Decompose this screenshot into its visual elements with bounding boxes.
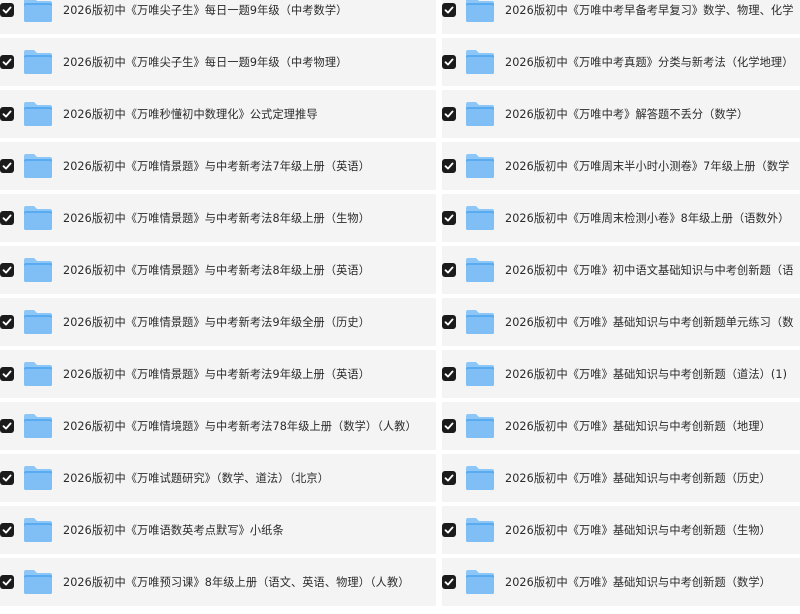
- checkbox-checked-icon[interactable]: [0, 107, 14, 121]
- folder-icon: [465, 153, 495, 179]
- checkbox-checked-icon[interactable]: [0, 211, 14, 225]
- folder-icon: [465, 361, 495, 387]
- file-name: 2026版初中《万唯秒懂初中数理化》公式定理推导: [63, 108, 318, 121]
- file-name: 2026版初中《万唯》基础知识与中考创新题（历史）: [505, 472, 771, 485]
- folder-icon: [23, 465, 53, 491]
- file-row[interactable]: 2026版初中《万唯》初中语文基础知识与中考创新题（语: [442, 246, 800, 298]
- file-name: 2026版初中《万唯预习课》8年级上册（语文、英语、物理）（人教）: [63, 576, 410, 589]
- file-name: 2026版初中《万唯周末半小时小测卷》7年级上册（数学: [505, 160, 790, 173]
- file-row[interactable]: 2026版初中《万唯秒懂初中数理化》公式定理推导: [0, 90, 436, 142]
- file-name: 2026版初中《万唯中考》解答题不丢分（数学）: [505, 108, 749, 121]
- file-name: 2026版初中《万唯语数英考点默写》小纸条: [63, 524, 284, 537]
- file-row[interactable]: 2026版初中《万唯周末半小时小测卷》7年级上册（数学: [442, 142, 800, 194]
- folder-icon: [465, 257, 495, 283]
- file-name: 2026版初中《万唯》基础知识与中考创新题（数学）: [505, 576, 771, 589]
- file-row[interactable]: 2026版初中《万唯》基础知识与中考创新题单元练习（数: [442, 298, 800, 350]
- file-row[interactable]: 2026版初中《万唯预习课》8年级上册（语文、英语、物理）（人教）: [0, 558, 436, 610]
- checkbox-checked-icon[interactable]: [0, 419, 14, 433]
- folder-icon: [23, 309, 53, 335]
- checkbox-checked-icon[interactable]: [0, 367, 14, 381]
- file-row[interactable]: 2026版初中《万唯尖子生》每日一题9年级（中考物理）: [0, 38, 436, 90]
- file-name: 2026版初中《万唯尖子生》每日一题9年级（中考数学）: [63, 4, 348, 17]
- folder-icon: [23, 205, 53, 231]
- file-row[interactable]: 2026版初中《万唯情景题》与中考新考法8年级上册（英语）: [0, 246, 436, 298]
- folder-icon: [465, 465, 495, 491]
- file-row[interactable]: 2026版初中《万唯情境题》与中考新考法78年级上册（数学）（人教）: [0, 402, 436, 454]
- file-row[interactable]: 2026版初中《万唯》基础知识与中考创新题（地理）: [442, 402, 800, 454]
- checkbox-checked-icon[interactable]: [442, 367, 456, 381]
- folder-icon: [465, 517, 495, 543]
- checkbox-checked-icon[interactable]: [442, 471, 456, 485]
- file-row[interactable]: 2026版初中《万唯语数英考点默写》小纸条: [0, 506, 436, 558]
- checkbox-checked-icon[interactable]: [0, 471, 14, 485]
- file-name: 2026版初中《万唯》基础知识与中考创新题（地理）: [505, 420, 771, 433]
- file-name: 2026版初中《万唯情景题》与中考新考法7年级上册（英语）: [63, 160, 370, 173]
- folder-icon: [465, 205, 495, 231]
- file-name: 2026版初中《万唯试题研究》（数学、道法）（北京）: [63, 472, 329, 485]
- folder-icon: [465, 0, 495, 23]
- checkbox-checked-icon[interactable]: [442, 263, 456, 277]
- file-row[interactable]: 2026版初中《万唯情景题》与中考新考法7年级上册（英语）: [0, 142, 436, 194]
- folder-icon: [23, 49, 53, 75]
- checkbox-checked-icon[interactable]: [442, 523, 456, 537]
- file-row[interactable]: 2026版初中《万唯情景题》与中考新考法8年级上册（生物）: [0, 194, 436, 246]
- file-row[interactable]: 2026版初中《万唯》基础知识与中考创新题（道法）(1): [442, 350, 800, 402]
- file-name: 2026版初中《万唯情景题》与中考新考法9年级全册（历史）: [63, 316, 370, 329]
- checkbox-checked-icon[interactable]: [442, 315, 456, 329]
- checkbox-checked-icon[interactable]: [0, 263, 14, 277]
- file-row[interactable]: 2026版初中《万唯试题研究》（数学、道法）（北京）: [0, 454, 436, 506]
- checkbox-checked-icon[interactable]: [442, 107, 456, 121]
- file-name: 2026版初中《万唯中考真题》分类与新考法（化学地理）: [505, 56, 794, 69]
- file-row[interactable]: 2026版初中《万唯尖子生》每日一题9年级（中考数学）: [0, 0, 436, 38]
- folder-icon: [23, 517, 53, 543]
- folder-icon: [23, 361, 53, 387]
- file-name: 2026版初中《万唯情景题》与中考新考法8年级上册（生物）: [63, 212, 370, 225]
- file-row[interactable]: 2026版初中《万唯周末检测小卷》8年级上册（语数外）: [442, 194, 800, 246]
- file-name: 2026版初中《万唯》初中语文基础知识与中考创新题（语: [505, 264, 794, 277]
- folder-icon: [23, 0, 53, 23]
- checkbox-checked-icon[interactable]: [0, 315, 14, 329]
- folder-icon: [465, 101, 495, 127]
- checkbox-checked-icon[interactable]: [442, 3, 456, 17]
- checkbox-checked-icon[interactable]: [0, 523, 14, 537]
- file-row[interactable]: 2026版初中《万唯中考早备考早复习》数学、物理、化学: [442, 0, 800, 38]
- file-row[interactable]: 2026版初中《万唯》基础知识与中考创新题（历史）: [442, 454, 800, 506]
- folder-icon: [23, 257, 53, 283]
- file-name: 2026版初中《万唯》基础知识与中考创新题（道法）(1): [505, 368, 788, 381]
- checkbox-checked-icon[interactable]: [0, 159, 14, 173]
- file-name: 2026版初中《万唯》基础知识与中考创新题单元练习（数: [505, 316, 794, 329]
- checkbox-checked-icon[interactable]: [0, 55, 14, 69]
- checkbox-checked-icon[interactable]: [442, 55, 456, 69]
- folder-icon: [465, 309, 495, 335]
- checkbox-checked-icon[interactable]: [442, 159, 456, 173]
- file-name: 2026版初中《万唯情境题》与中考新考法78年级上册（数学）（人教）: [63, 420, 417, 433]
- checkbox-checked-icon[interactable]: [0, 575, 14, 589]
- checkbox-checked-icon[interactable]: [442, 211, 456, 225]
- file-row[interactable]: 2026版初中《万唯》基础知识与中考创新题（生物）: [442, 506, 800, 558]
- folder-icon: [465, 49, 495, 75]
- folder-icon: [23, 569, 53, 595]
- folder-icon: [465, 413, 495, 439]
- file-list-right-column: 2026版初中《万唯中考早备考早复习》数学、物理、化学 2026版初中《万唯中考真…: [442, 0, 800, 610]
- folder-icon: [465, 569, 495, 595]
- file-name: 2026版初中《万唯情景题》与中考新考法9年级上册（英语）: [63, 368, 370, 381]
- checkbox-checked-icon[interactable]: [0, 3, 14, 17]
- file-name: 2026版初中《万唯尖子生》每日一题9年级（中考物理）: [63, 56, 348, 69]
- folder-icon: [23, 153, 53, 179]
- folder-icon: [23, 413, 53, 439]
- file-row[interactable]: 2026版初中《万唯中考真题》分类与新考法（化学地理）: [442, 38, 800, 90]
- file-row[interactable]: 2026版初中《万唯中考》解答题不丢分（数学）: [442, 90, 800, 142]
- file-name: 2026版初中《万唯中考早备考早复习》数学、物理、化学: [505, 4, 794, 17]
- file-row[interactable]: 2026版初中《万唯情景题》与中考新考法9年级全册（历史）: [0, 298, 436, 350]
- file-row[interactable]: 2026版初中《万唯》基础知识与中考创新题（数学）: [442, 558, 800, 610]
- file-list-left-column: 2026版初中《万唯尖子生》每日一题9年级（中考数学） 2026版初中《万唯尖子生…: [0, 0, 436, 610]
- file-name: 2026版初中《万唯》基础知识与中考创新题（生物）: [505, 524, 771, 537]
- file-name: 2026版初中《万唯周末检测小卷》8年级上册（语数外）: [505, 212, 790, 225]
- file-row[interactable]: 2026版初中《万唯情景题》与中考新考法9年级上册（英语）: [0, 350, 436, 402]
- checkbox-checked-icon[interactable]: [442, 419, 456, 433]
- checkbox-checked-icon[interactable]: [442, 575, 456, 589]
- file-name: 2026版初中《万唯情景题》与中考新考法8年级上册（英语）: [63, 264, 370, 277]
- folder-icon: [23, 101, 53, 127]
